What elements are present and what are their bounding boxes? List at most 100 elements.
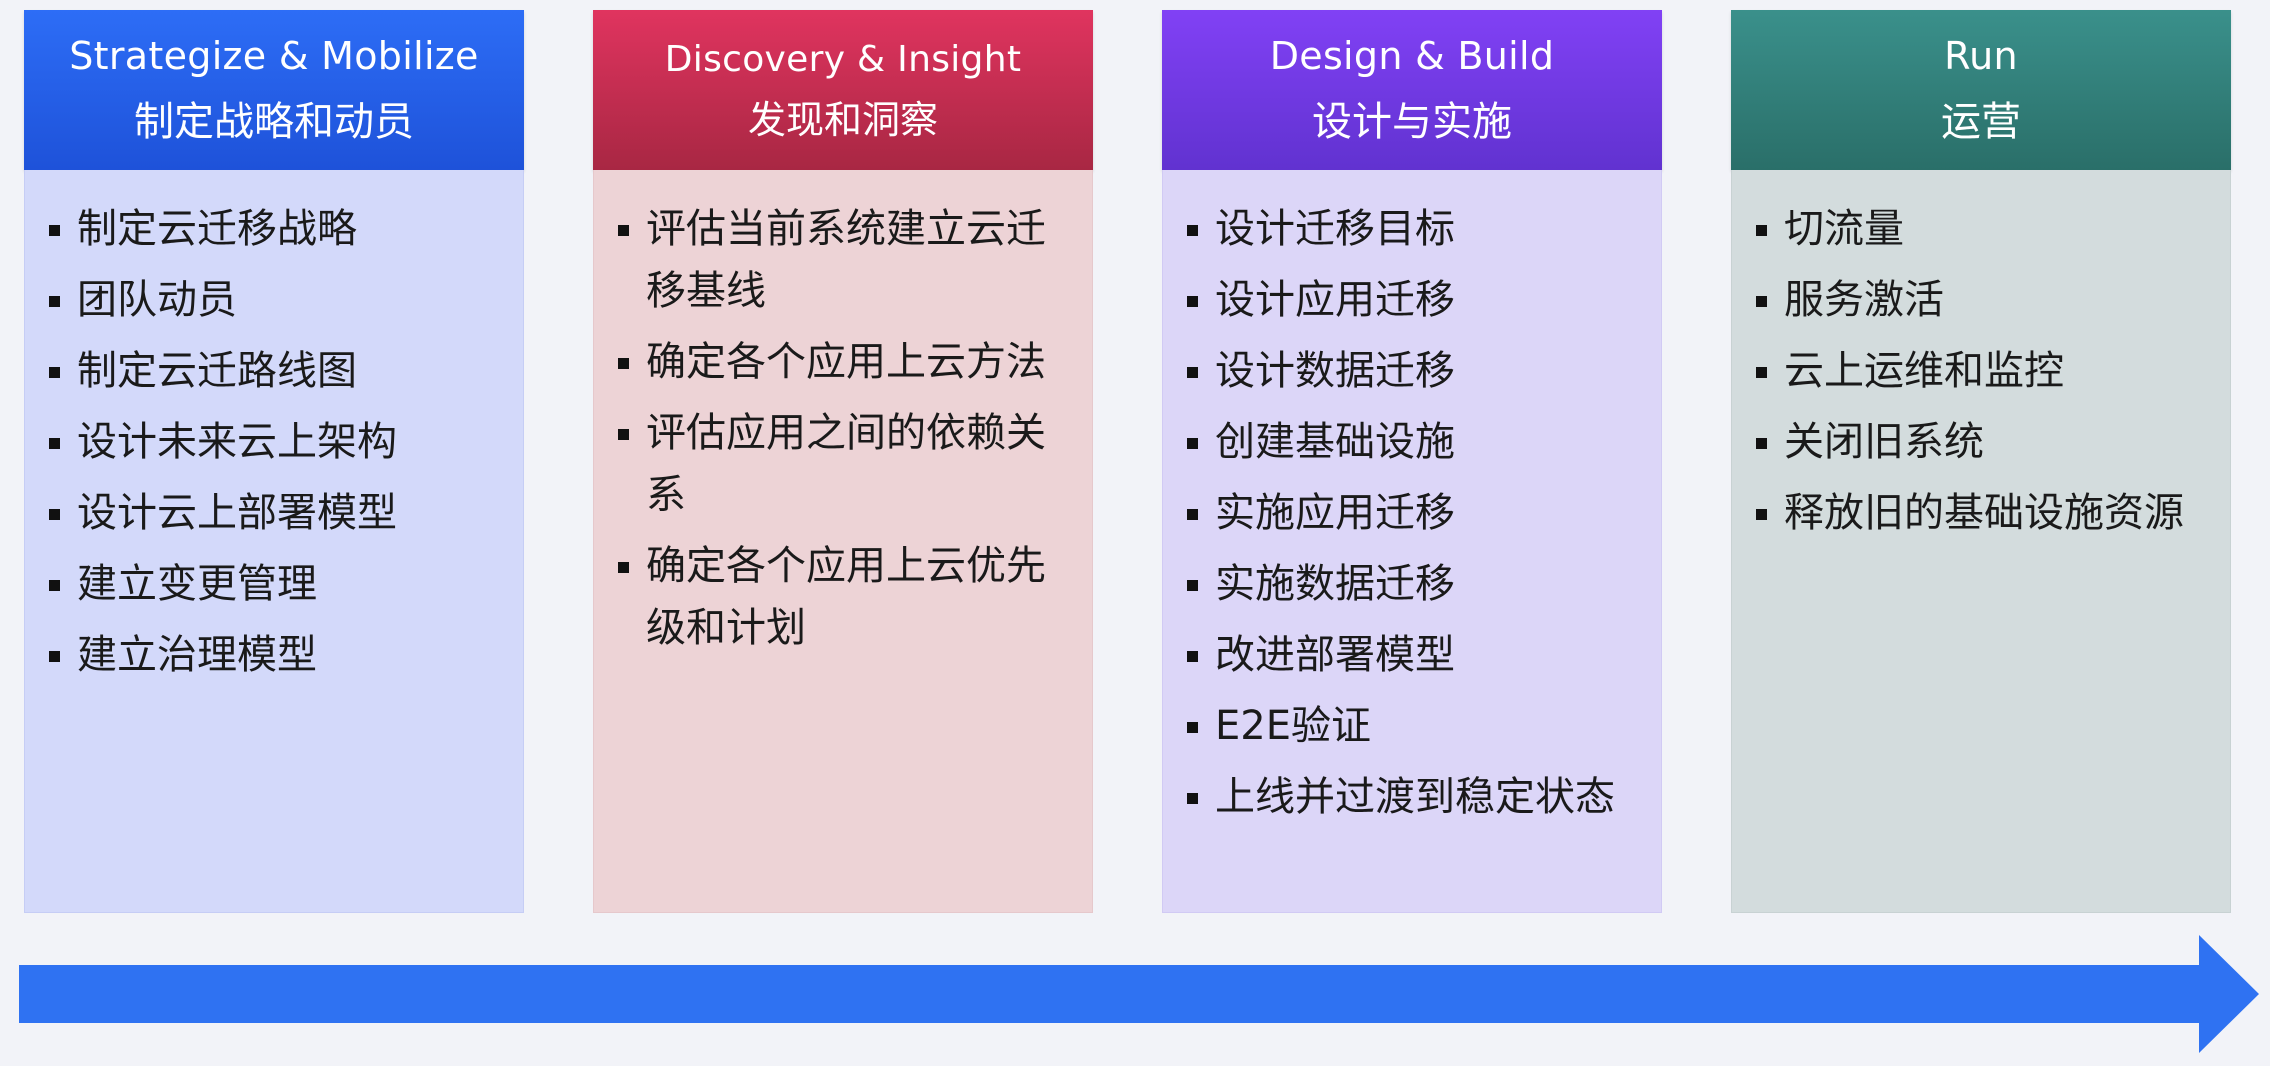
item-label: 云上运维和监控 [1784, 348, 2064, 394]
item-label: 实施数据迁移 [1215, 561, 1455, 607]
list-item: 设计迁移目标 [1183, 198, 1641, 260]
phase-title-zh: 制定战略和动员 [134, 99, 414, 145]
item-label: 设计数据迁移 [1215, 348, 1455, 394]
item-label: 设计应用迁移 [1215, 277, 1455, 323]
square-bullet-icon [49, 438, 60, 449]
item-label: 切流量 [1784, 206, 1904, 252]
phase-items-list: 评估当前系统建立云迁移基线 确定各个应用上云方法 评估应用之间的依赖关系 确定各… [614, 198, 1072, 659]
phase-items-list: 制定云迁移战略 团队动员 制定云迁路线图 设计未来云上架构 设计云上部署模型 建… [45, 198, 503, 686]
item-label: 上线并过渡到稳定状态 [1215, 774, 1615, 820]
item-label: 制定云迁移战略 [77, 206, 357, 252]
list-item: 改进部署模型 [1183, 624, 1641, 686]
list-item: 上线并过渡到稳定状态 [1183, 766, 1641, 828]
list-item: 服务激活 [1752, 269, 2210, 331]
list-item: 建立变更管理 [45, 553, 503, 615]
list-item: 团队动员 [45, 269, 503, 331]
list-item: 建立治理模型 [45, 624, 503, 686]
square-bullet-icon [618, 562, 629, 573]
phase-title-zh: 运营 [1941, 99, 2021, 145]
list-item: 设计应用迁移 [1183, 269, 1641, 331]
phase-header: Design & Build 设计与实施 [1162, 10, 1662, 170]
phase-body: 设计迁移目标 设计应用迁移 设计数据迁移 创建基础设施 实施应用迁移 实施数据迁… [1162, 170, 1662, 913]
square-bullet-icon [1756, 225, 1767, 236]
square-bullet-icon [1187, 580, 1198, 591]
list-item: 设计数据迁移 [1183, 340, 1641, 402]
right-arrow-icon [19, 935, 2259, 1053]
item-label: 确定各个应用上云方法 [646, 339, 1046, 385]
list-item: 云上运维和监控 [1752, 340, 2210, 402]
square-bullet-icon [1187, 438, 1198, 449]
square-bullet-icon [49, 225, 60, 236]
list-item: 确定各个应用上云优先级和计划 [614, 535, 1072, 659]
square-bullet-icon [618, 358, 629, 369]
phase-title-zh: 设计与实施 [1312, 99, 1512, 145]
list-item: 评估当前系统建立云迁移基线 [614, 198, 1072, 322]
item-label: 团队动员 [77, 277, 237, 323]
list-item: 实施应用迁移 [1183, 482, 1641, 544]
item-label: 评估当前系统建立云迁移基线 [646, 206, 1046, 314]
square-bullet-icon [49, 509, 60, 520]
item-label: 改进部署模型 [1215, 632, 1455, 678]
square-bullet-icon [1756, 438, 1767, 449]
square-bullet-icon [1187, 296, 1198, 307]
list-item: 实施数据迁移 [1183, 553, 1641, 615]
phase-items-list: 切流量 服务激活 云上运维和监控 关闭旧系统 释放旧的基础设施资源 [1752, 198, 2210, 544]
item-label: 建立变更管理 [77, 561, 317, 607]
item-label: 设计迁移目标 [1215, 206, 1455, 252]
item-label: 评估应用之间的依赖关系 [646, 410, 1046, 518]
item-label: 服务激活 [1784, 277, 1944, 323]
phase-run: Run 运营 切流量 服务激活 云上运维和监控 关闭旧系统 释放旧的基础设施资源 [1731, 10, 2231, 913]
square-bullet-icon [49, 367, 60, 378]
item-label: 创建基础设施 [1215, 419, 1455, 465]
square-bullet-icon [1187, 651, 1198, 662]
phase-discovery-insight: Discovery & Insight 发现和洞察 评估当前系统建立云迁移基线 … [593, 10, 1093, 913]
list-item: 关闭旧系统 [1752, 411, 2210, 473]
square-bullet-icon [49, 296, 60, 307]
list-item: 设计云上部署模型 [45, 482, 503, 544]
phase-title-zh: 发现和洞察 [747, 98, 938, 142]
phase-design-build: Design & Build 设计与实施 设计迁移目标 设计应用迁移 设计数据迁… [1162, 10, 1662, 913]
item-label: 确定各个应用上云优先级和计划 [646, 543, 1046, 651]
list-item: E2E验证 [1183, 695, 1641, 757]
phase-body: 评估当前系统建立云迁移基线 确定各个应用上云方法 评估应用之间的依赖关系 确定各… [593, 170, 1093, 913]
square-bullet-icon [1756, 509, 1767, 520]
phase-items-list: 设计迁移目标 设计应用迁移 设计数据迁移 创建基础设施 实施应用迁移 实施数据迁… [1183, 198, 1641, 828]
list-item: 制定云迁移战略 [45, 198, 503, 260]
list-item: 制定云迁路线图 [45, 340, 503, 402]
square-bullet-icon [618, 429, 629, 440]
square-bullet-icon [1756, 296, 1767, 307]
phase-body: 制定云迁移战略 团队动员 制定云迁路线图 设计未来云上架构 设计云上部署模型 建… [24, 170, 524, 913]
item-label: 实施应用迁移 [1215, 490, 1455, 536]
phase-body: 切流量 服务激活 云上运维和监控 关闭旧系统 释放旧的基础设施资源 [1731, 170, 2231, 913]
square-bullet-icon [1187, 225, 1198, 236]
phase-title-en: Discovery & Insight [664, 39, 1022, 80]
square-bullet-icon [49, 651, 60, 662]
item-label: 设计未来云上架构 [77, 419, 397, 465]
item-label: E2E验证 [1215, 703, 1371, 749]
square-bullet-icon [1187, 509, 1198, 520]
square-bullet-icon [1187, 722, 1198, 733]
list-item: 创建基础设施 [1183, 411, 1641, 473]
phase-strategize-mobilize: Strategize & Mobilize 制定战略和动员 制定云迁移战略 团队… [24, 10, 524, 913]
phase-title-en: Run [1944, 34, 2018, 78]
phase-header: Strategize & Mobilize 制定战略和动员 [24, 10, 524, 170]
list-item: 切流量 [1752, 198, 2210, 260]
item-label: 设计云上部署模型 [77, 490, 397, 536]
list-item: 设计未来云上架构 [45, 411, 503, 473]
phase-title-en: Design & Build [1269, 34, 1555, 78]
item-label: 制定云迁路线图 [77, 348, 357, 394]
timeline-arrow-shape [19, 935, 2259, 1053]
square-bullet-icon [618, 225, 629, 236]
list-item: 释放旧的基础设施资源 [1752, 482, 2210, 544]
square-bullet-icon [1756, 367, 1767, 378]
square-bullet-icon [49, 580, 60, 591]
phase-header: Discovery & Insight 发现和洞察 [593, 10, 1093, 170]
list-item: 确定各个应用上云方法 [614, 331, 1072, 393]
list-item: 评估应用之间的依赖关系 [614, 402, 1072, 526]
item-label: 释放旧的基础设施资源 [1784, 490, 2184, 536]
square-bullet-icon [1187, 793, 1198, 804]
item-label: 建立治理模型 [77, 632, 317, 678]
phase-title-en: Strategize & Mobilize [69, 34, 479, 78]
phase-header: Run 运营 [1731, 10, 2231, 170]
square-bullet-icon [1187, 367, 1198, 378]
